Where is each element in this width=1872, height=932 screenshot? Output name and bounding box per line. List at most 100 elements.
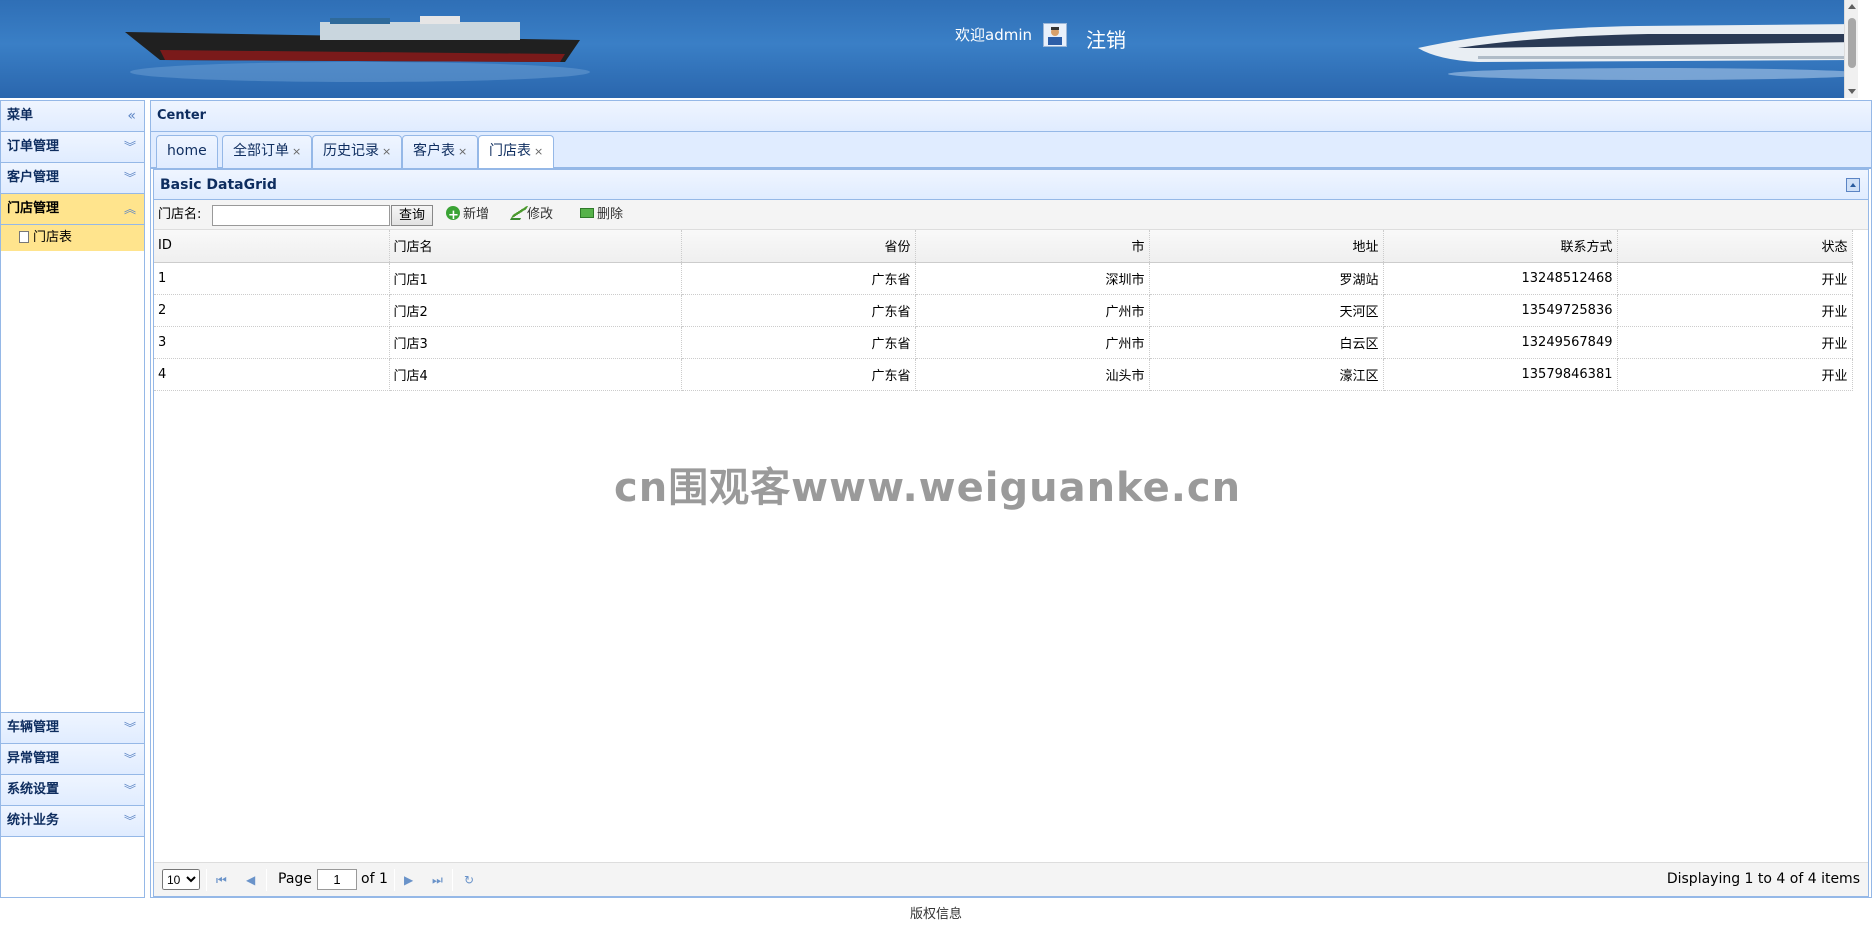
first-page-icon[interactable]: ⏮ [216, 873, 227, 888]
table-row[interactable]: 1 门店1 广东省 深圳市 罗湖站 13248512468 开业 [154, 262, 1853, 295]
close-icon[interactable]: × [292, 145, 301, 158]
chevron-down-icon[interactable]: ︾ [124, 806, 136, 836]
scroll-thumb[interactable] [1848, 18, 1856, 68]
display-info: Displaying 1 to 4 of 4 items [1666, 871, 1860, 887]
tab-home[interactable]: home [156, 135, 218, 168]
center-header: Center [151, 101, 1871, 132]
stores-submenu: 门店表 [1, 225, 144, 713]
datagrid-toolbar: 门店名: 查询 新增 修改 删除 [154, 200, 1868, 231]
pagination-bar: 10 ⏮ ◀ Page of 1 ▶ ⏭ ↻ Displaying 1 to 4… [154, 862, 1868, 896]
pager-divider [394, 869, 395, 891]
store-table: ID 门店名 省份 市 地址 联系方式 状态 1 门店1 广东省 深圳市 罗湖站… [154, 230, 1853, 391]
tree-node-label: 门店表 [33, 230, 73, 245]
table-cell: 门店1 [389, 262, 682, 295]
table-cell: 13249567849 [1383, 326, 1618, 359]
tab-label: 门店表 [489, 143, 531, 159]
edit-button[interactable]: 修改 [509, 200, 554, 230]
next-page-icon[interactable]: ▶ [404, 873, 413, 887]
close-icon[interactable]: × [534, 145, 543, 158]
table-cell: 门店2 [389, 294, 682, 327]
center-title: Center [157, 108, 207, 123]
delete-button[interactable]: 删除 [580, 200, 623, 230]
tab-label: 全部订单 [233, 143, 289, 159]
tab-all-orders[interactable]: 全部订单 × [222, 135, 313, 168]
table-row[interactable]: 2 门店2 广东省 广州市 天河区 13549725836 开业 [154, 294, 1853, 327]
edit-label: 修改 [527, 207, 554, 222]
table-row[interactable]: 3 门店3 广东省 广州市 白云区 13249567849 开业 [154, 326, 1853, 359]
delete-icon [580, 208, 594, 218]
menu-item-stores[interactable]: 门店管理 ︽ [1, 194, 144, 225]
add-button[interactable]: 新增 [446, 200, 490, 231]
tab-history[interactable]: 历史记录 × [312, 135, 403, 168]
chevron-down-icon[interactable]: ︾ [124, 163, 136, 193]
file-icon [19, 231, 29, 243]
table-cell: 广州市 [915, 326, 1150, 359]
watermark-text: cn围观客www.weiguanke.cn [614, 465, 1242, 511]
table-cell: 1 [154, 262, 390, 295]
table-row[interactable]: 4 门店4 广东省 汕头市 濠江区 13579846381 开业 [154, 358, 1853, 391]
last-page-icon[interactable]: ⏭ [432, 873, 443, 888]
refresh-icon[interactable]: ↻ [464, 873, 474, 887]
tab-label: 历史记录 [323, 143, 379, 159]
page-number-input[interactable] [317, 869, 357, 890]
menu-item-statistics[interactable]: 统计业务 ︾ [1, 806, 144, 837]
pencil-icon [509, 206, 529, 220]
table-cell: 2 [154, 294, 390, 327]
page-scrollbar[interactable] [1844, 0, 1858, 98]
chevron-down-icon[interactable]: ︾ [124, 713, 136, 743]
table-cell: 罗湖站 [1149, 262, 1384, 295]
train-image [1418, 24, 1858, 80]
side-menu: 菜单 « 订单管理 ︾ 客户管理 ︾ 门店管理 ︽ 门店表 车辆管理 ︾ 异常管… [0, 100, 145, 898]
chevron-down-icon[interactable]: ︾ [124, 132, 136, 162]
page-of-label: of 1 [361, 871, 388, 887]
column-header[interactable]: ID [154, 230, 390, 263]
menu-item-customers[interactable]: 客户管理 ︾ [1, 163, 144, 194]
logout-link[interactable]: 注销 [1086, 24, 1126, 53]
page-size-select[interactable]: 10 [162, 869, 200, 890]
menu-item-orders[interactable]: 订单管理 ︾ [1, 132, 144, 163]
menu-item-exceptions[interactable]: 异常管理 ︾ [1, 744, 144, 775]
chevron-down-icon[interactable]: ︾ [124, 744, 136, 774]
tab-label: 客户表 [413, 143, 455, 159]
menu-item-settings[interactable]: 系统设置 ︾ [1, 775, 144, 806]
delete-label: 删除 [597, 207, 624, 222]
table-cell: 深圳市 [915, 262, 1150, 295]
datagrid-header: Basic DataGrid [154, 170, 1868, 200]
chevron-down-icon[interactable]: ︾ [124, 775, 136, 805]
datagrid-panel: Basic DataGrid 门店名: 查询 新增 修改 删除 ID 门店名 省… [153, 169, 1869, 897]
close-icon[interactable]: × [458, 145, 467, 158]
collapse-panel-icon[interactable] [1846, 178, 1860, 192]
scroll-down-icon[interactable] [1848, 89, 1856, 94]
table-cell: 4 [154, 358, 390, 391]
table-cell: 白云区 [1149, 326, 1384, 359]
table-cell: 广州市 [915, 294, 1150, 327]
tab-stores[interactable]: 门店表 × [478, 135, 555, 168]
menu-item-vehicles[interactable]: 车辆管理 ︾ [1, 713, 144, 744]
collapse-left-icon[interactable]: « [127, 101, 136, 131]
table-cell: 广东省 [681, 294, 916, 327]
tree-node-store-table[interactable]: 门店表 [1, 225, 144, 251]
tab-customers[interactable]: 客户表 × [402, 135, 479, 168]
column-header[interactable]: 联系方式 [1383, 230, 1618, 263]
table-cell: 门店3 [389, 326, 682, 359]
search-label: 门店名: [158, 207, 202, 222]
footer-copyright: 版权信息 [0, 898, 1872, 932]
chevron-up-icon[interactable]: ︽ [124, 194, 136, 224]
column-header[interactable]: 状态 [1617, 230, 1853, 263]
store-name-search-input[interactable] [212, 205, 390, 226]
column-header[interactable]: 市 [915, 230, 1150, 263]
column-header[interactable]: 省份 [681, 230, 916, 263]
center-panel: Center home 全部订单 × 历史记录 × 客户表 × 门店表 × Basic … [150, 100, 1872, 898]
add-icon [446, 201, 460, 231]
scroll-up-icon[interactable] [1848, 4, 1856, 9]
menu-item-label: 订单管理 [7, 139, 60, 154]
tab-label: home [167, 143, 207, 159]
menu-item-label: 车辆管理 [7, 720, 60, 735]
close-icon[interactable]: × [382, 145, 391, 158]
prev-page-icon[interactable]: ◀ [246, 873, 255, 887]
table-cell: 13549725836 [1383, 294, 1618, 327]
column-header[interactable]: 门店名 [389, 230, 682, 263]
query-button[interactable]: 查询 [391, 205, 433, 226]
add-label: 新增 [463, 207, 490, 222]
column-header[interactable]: 地址 [1149, 230, 1384, 263]
